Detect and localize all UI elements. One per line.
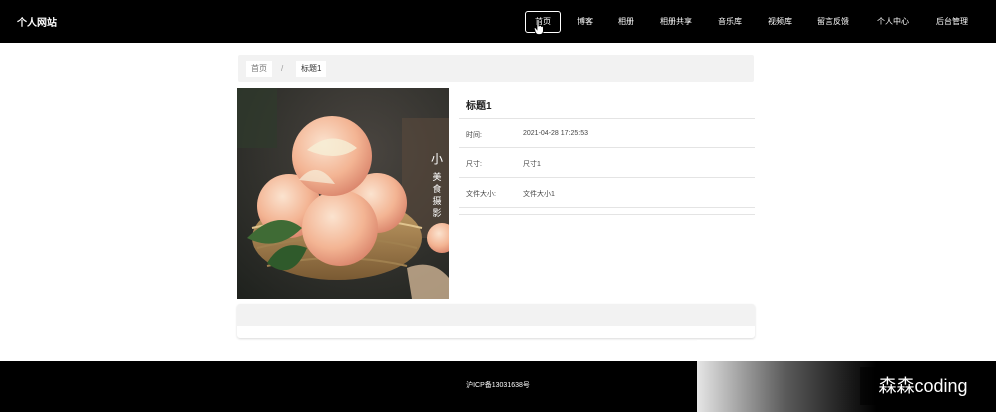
hand-cursor-icon <box>534 19 544 35</box>
watermark: 森森coding <box>860 367 986 405</box>
breadcrumb: 首页 / 标题1 <box>238 55 754 82</box>
detail-key: 尺寸: <box>466 161 482 168</box>
comment-box-header <box>237 304 755 326</box>
detail-title: 标题1 <box>466 101 492 112</box>
breadcrumb-separator: / <box>281 64 284 73</box>
nav-album[interactable]: 相册 <box>612 11 640 33</box>
detail-row-size: 尺寸: 尺寸1 <box>459 147 755 177</box>
svg-text:影: 影 <box>432 208 441 218</box>
nav-feedback[interactable]: 留言反馈 <box>810 11 856 33</box>
top-navbar: 个人网站 首页 博客 相册 相册共享 音乐库 视频库 留言反馈 个人中心 后台管… <box>0 0 996 43</box>
nav-profile[interactable]: 个人中心 <box>870 11 916 33</box>
nav-album-share[interactable]: 相册共享 <box>653 11 699 33</box>
detail-value: 尺寸1 <box>523 161 541 168</box>
detail-row-filesize: 文件大小: 文件大小1 <box>459 177 755 207</box>
detail-key: 时间: <box>466 132 482 139</box>
svg-text:美: 美 <box>432 171 441 182</box>
main-nav: 首页 博客 相册 相册共享 音乐库 视频库 留言反馈 个人中心 后台管理 <box>0 11 996 33</box>
photo-vertical-caption: 小 <box>431 152 443 166</box>
svg-text:摄: 摄 <box>432 195 441 206</box>
detail-key: 文件大小: <box>466 191 496 198</box>
nav-admin[interactable]: 后台管理 <box>929 11 975 33</box>
detail-divider <box>459 214 755 215</box>
detail-value: 文件大小1 <box>523 191 555 198</box>
detail-row-time: 时间: 2021-04-28 17:25:53 <box>459 118 755 148</box>
detail-divider <box>459 207 755 208</box>
nav-blog[interactable]: 博客 <box>571 11 599 33</box>
breadcrumb-home[interactable]: 首页 <box>246 61 272 77</box>
nav-video[interactable]: 视频库 <box>761 11 799 33</box>
nav-music[interactable]: 音乐库 <box>711 11 749 33</box>
svg-text:食: 食 <box>432 183 441 194</box>
breadcrumb-current: 标题1 <box>296 61 327 77</box>
peach-photo: 小 美 食 摄 影 <box>237 88 449 299</box>
comment-box <box>237 304 755 338</box>
detail-value: 2021-04-28 17:25:53 <box>523 130 588 137</box>
